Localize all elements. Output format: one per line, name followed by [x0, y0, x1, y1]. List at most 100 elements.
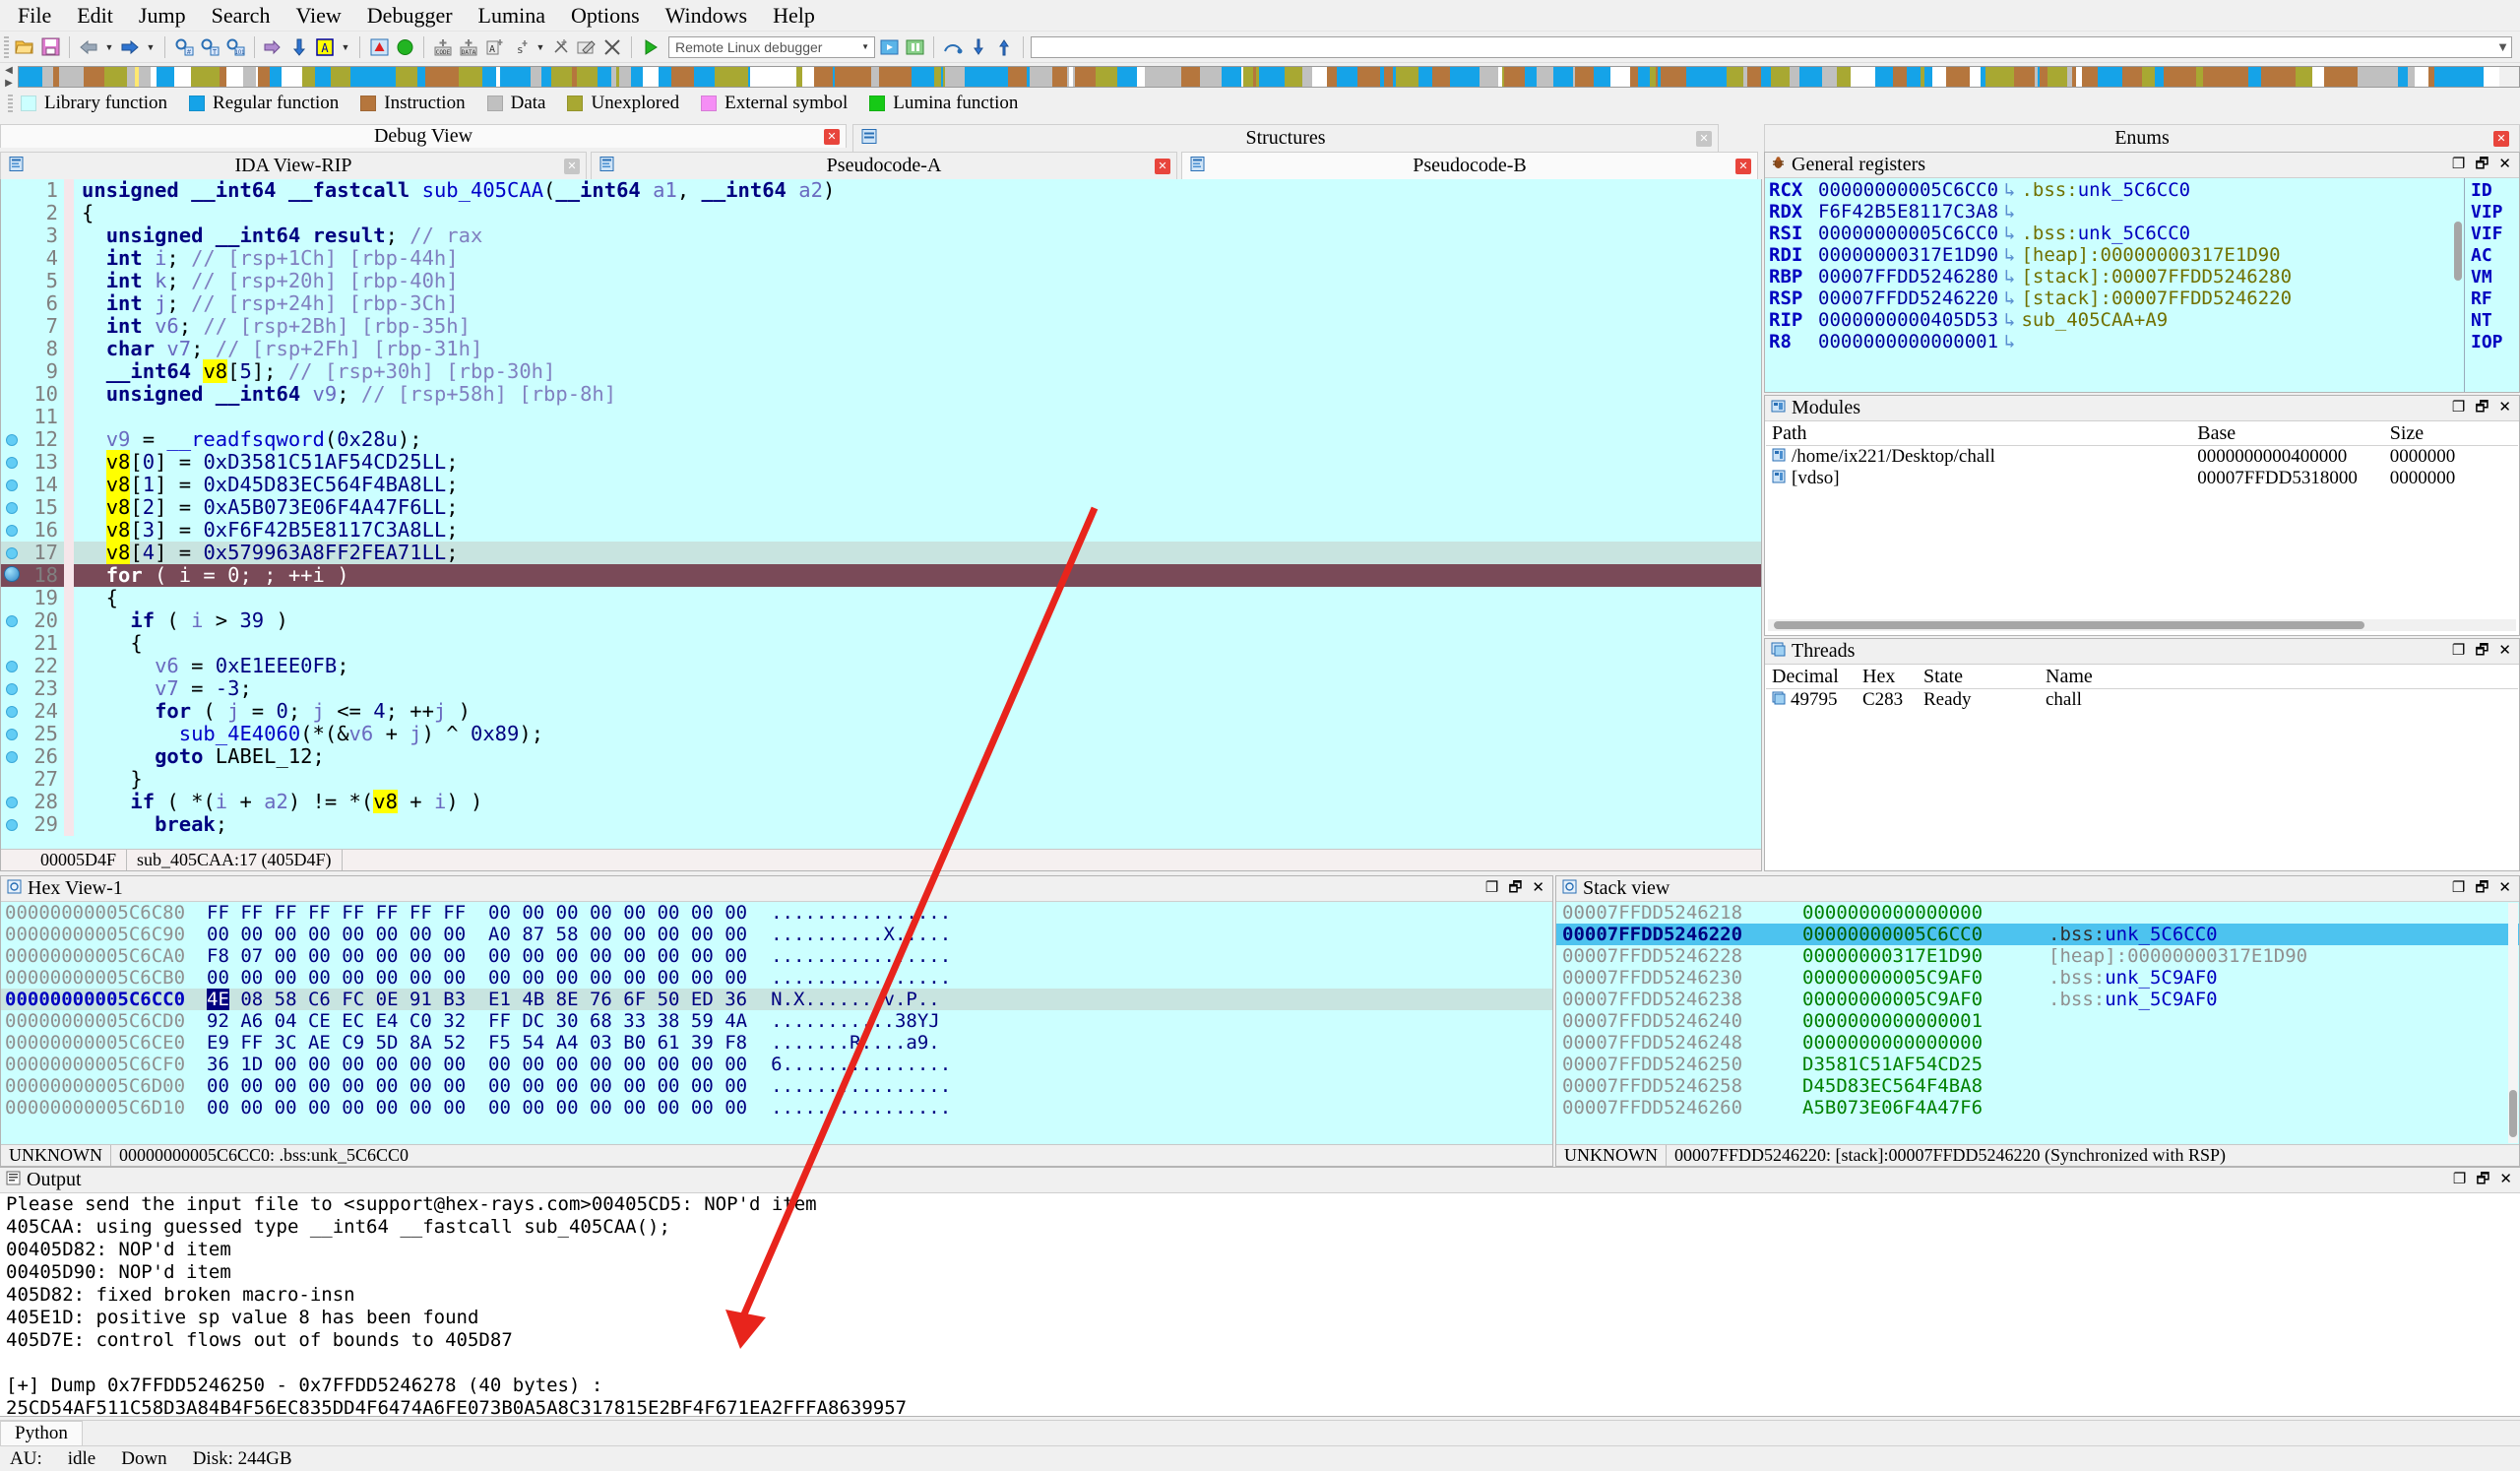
maximize-icon-6[interactable]: ❐ — [2453, 1173, 2466, 1187]
breakpoint-marker[interactable] — [1, 700, 23, 723]
tab-pseudocode-b[interactable]: Pseudocode-B ✕ — [1181, 152, 1758, 179]
tab-enums[interactable]: Enums ✕ — [1764, 124, 2520, 152]
hex-row[interactable]: 00000000005C6CD092 A6 04 CE EC E4 C0 32 … — [1, 1010, 1552, 1032]
python-tab[interactable]: Python — [0, 1421, 83, 1445]
restore-icon-2[interactable]: 🗗 — [2475, 401, 2488, 416]
pseudocode-line[interactable]: 5 int k; // [rsp+20h] [rbp-40h] — [1, 270, 1761, 292]
hex-row[interactable]: 00000000005C6C9000 00 00 00 00 00 00 00 … — [1, 924, 1552, 945]
maximize-icon-3[interactable]: ❐ — [2452, 644, 2465, 659]
hex-row[interactable]: 00000000005C6CF036 1D 00 00 00 00 00 00 … — [1, 1054, 1552, 1075]
close-icon-12[interactable]: ✕ — [2499, 1173, 2512, 1187]
stack-row[interactable]: 00007FFDD524622800000000317E1D90[heap]:0… — [1556, 945, 2519, 967]
close-icon-10[interactable]: ✕ — [1532, 881, 1544, 896]
register-row[interactable]: R80000000000000001↳ — [1765, 331, 2464, 352]
register-value[interactable]: F6F42B5E8117C3A8 — [1818, 201, 1998, 223]
modules-hscroll[interactable] — [1768, 619, 2516, 631]
register-value[interactable]: 00000000005C6CC0 — [1818, 223, 1998, 244]
tab-debug-view[interactable]: Debug View ✕ — [0, 124, 847, 148]
stack-value[interactable]: D3581C51AF54CD25 — [1802, 1054, 2048, 1075]
close-icon-6[interactable]: ✕ — [1735, 159, 1751, 174]
hex-row[interactable]: 00000000005C6D0000 00 00 00 00 00 00 00 … — [1, 1075, 1552, 1097]
navigator-band[interactable] — [18, 66, 2520, 88]
register-jump-arrow-icon[interactable]: ↳ — [1998, 288, 2021, 309]
register-value[interactable]: 0000000000000001 — [1818, 331, 1998, 352]
highlight-icon[interactable]: A — [313, 35, 337, 59]
menu-item-windows[interactable]: Windows — [654, 1, 759, 31]
register-jump-arrow-icon[interactable]: ↳ — [1998, 266, 2021, 288]
pseudocode-line[interactable]: 26 goto LABEL_12; — [1, 745, 1761, 768]
stack-value[interactable]: 00000000005C9AF0 — [1802, 989, 2048, 1010]
stack-row[interactable]: 00007FFDD524622000000000005C6CC0.bss:unk… — [1556, 924, 2519, 945]
breakpoint-marker[interactable] — [1, 496, 23, 519]
pseudocode-line[interactable]: 4 int i; // [rsp+1Ch] [rbp-44h] — [1, 247, 1761, 270]
menu-item-view[interactable]: View — [284, 1, 352, 31]
breakpoint-marker[interactable] — [1, 745, 23, 768]
debugger-selector[interactable]: Remote Linux debugger ▼ — [668, 36, 875, 58]
register-value[interactable]: 00007FFDD5246220 — [1818, 288, 1998, 309]
stack-row[interactable]: 00007FFDD52462400000000000000001 — [1556, 1010, 2519, 1032]
pseudocode-line[interactable]: 20 if ( i > 39 ) — [1, 609, 1761, 632]
registers-body[interactable]: RCX00000000005C6CC0↳.bss:unk_5C6CC0RDXF6… — [1765, 178, 2519, 392]
nav-band-left-arrow[interactable]: ◀ — [0, 64, 18, 77]
stack-row[interactable]: 00007FFDD524623000000000005C9AF0.bss:unk… — [1556, 967, 2519, 989]
stack-row[interactable]: 00007FFDD5246260A5B073E06F4A47F6 — [1556, 1097, 2519, 1119]
menu-item-debugger[interactable]: Debugger — [355, 1, 465, 31]
threads-table[interactable]: Decimal Hex State Name 49795C283Readycha… — [1766, 666, 2518, 869]
toolbar-grip[interactable] — [4, 36, 9, 58]
menu-item-options[interactable]: Options — [559, 1, 652, 31]
pseudocode-line[interactable]: 10 unsigned __int64 v9; // [rsp+58h] [rb… — [1, 383, 1761, 406]
flag-vm[interactable]: VM — [2471, 267, 2492, 288]
nav-forward-icon[interactable] — [118, 35, 142, 59]
stack-value[interactable]: 00000000005C9AF0 — [1802, 967, 2048, 989]
register-row[interactable]: RDI00000000317E1D90↳[heap]:00000000317E1… — [1765, 244, 2464, 266]
pseudocode-line[interactable]: 8 char v7; // [rsp+2Fh] [rbp-31h] — [1, 338, 1761, 360]
register-row[interactable]: RSP00007FFDD5246220↳[stack]:00007FFDD524… — [1765, 288, 2464, 309]
flag-vif[interactable]: VIF — [2471, 224, 2503, 245]
flag-ac[interactable]: AC — [2471, 245, 2492, 267]
menu-item-jump[interactable]: Jump — [127, 1, 198, 31]
close-icon-11[interactable]: ✕ — [2498, 881, 2511, 896]
stack-row[interactable]: 00007FFDD524623800000000005C9AF0.bss:unk… — [1556, 989, 2519, 1010]
pseudocode-line[interactable]: 24 for ( j = 0; j <= 4; ++j ) — [1, 700, 1761, 723]
run-icon[interactable] — [393, 35, 416, 59]
close-icon[interactable]: ✕ — [824, 129, 840, 145]
play-icon[interactable] — [639, 35, 662, 59]
stack-row[interactable]: 00007FFDD5246250D3581C51AF54CD25 — [1556, 1054, 2519, 1075]
flag-id[interactable]: ID — [2471, 180, 2492, 202]
pseudocode-line[interactable]: 1unsigned __int64 __fastcall sub_405CAA(… — [1, 179, 1761, 202]
highlight-dropdown[interactable]: ▼ — [339, 36, 352, 58]
nav-back-dropdown[interactable]: ▼ — [102, 36, 116, 58]
register-row[interactable]: RSI00000000005C6CC0↳.bss:unk_5C6CC0 — [1765, 223, 2464, 244]
table-row[interactable]: /home/ix221/Desktop/chall000000000040000… — [1766, 446, 2518, 468]
pseudocode-line[interactable]: 17 v8[4] = 0x579963A8FF2FEA71LL; — [1, 542, 1761, 564]
open-file-icon[interactable] — [13, 35, 36, 59]
pseudocode-line[interactable]: 25 sub_4E4060(*(&v6 + j) ^ 0x89); — [1, 723, 1761, 745]
restore-icon-5[interactable]: 🗗 — [2475, 881, 2488, 896]
make-code-icon[interactable]: CODE — [431, 35, 455, 59]
search-text-icon[interactable]: T — [198, 35, 221, 59]
register-row[interactable]: RBP00007FFDD5246280↳[stack]:00007FFDD524… — [1765, 266, 2464, 288]
make-ascii-icon[interactable]: A — [482, 35, 506, 59]
pseudocode-line[interactable]: 23 v7 = -3; — [1, 677, 1761, 700]
jump-down-icon[interactable] — [287, 35, 311, 59]
register-jump-arrow-icon[interactable]: ↳ — [1998, 244, 2021, 266]
search-binary-icon[interactable]: 101 — [223, 35, 247, 59]
start-process-icon[interactable] — [877, 35, 901, 59]
hexview-body[interactable]: 00000000005C6C80FF FF FF FF FF FF FF FF … — [1, 902, 1552, 1144]
pseudocode-line[interactable]: 3 unsigned __int64 result; // rax — [1, 224, 1761, 247]
stack-row[interactable]: 00007FFDD52462180000000000000000 — [1556, 902, 2519, 924]
stack-value[interactable]: 0000000000000000 — [1802, 902, 2048, 924]
table-row[interactable]: 49795C283Readychall — [1766, 689, 2518, 711]
tab-ida-view-rip[interactable]: IDA View-RIP ✕ — [0, 152, 587, 179]
stackview-body[interactable]: 00007FFDD5246218000000000000000000007FFD… — [1556, 902, 2519, 1144]
flag-iop[interactable]: IOP — [2471, 332, 2503, 353]
register-jump-arrow-icon[interactable]: ↳ — [1998, 331, 2021, 352]
restore-icon-4[interactable]: 🗗 — [1508, 881, 1522, 896]
stack-value[interactable]: 0000000000000001 — [1802, 1010, 2048, 1032]
hex-bytes[interactable]: FF FF FF FF FF FF FF FF 00 00 00 00 00 0… — [185, 902, 747, 924]
pseudocode-line[interactable]: 29 break; — [1, 813, 1761, 836]
pseudocode-line[interactable]: 22 v6 = 0xE1EEE0FB; — [1, 655, 1761, 677]
breakpoint-marker[interactable] — [1, 791, 23, 813]
flag-vip[interactable]: VIP — [2471, 202, 2503, 224]
hex-row[interactable]: 00000000005C6C80FF FF FF FF FF FF FF FF … — [1, 902, 1552, 924]
